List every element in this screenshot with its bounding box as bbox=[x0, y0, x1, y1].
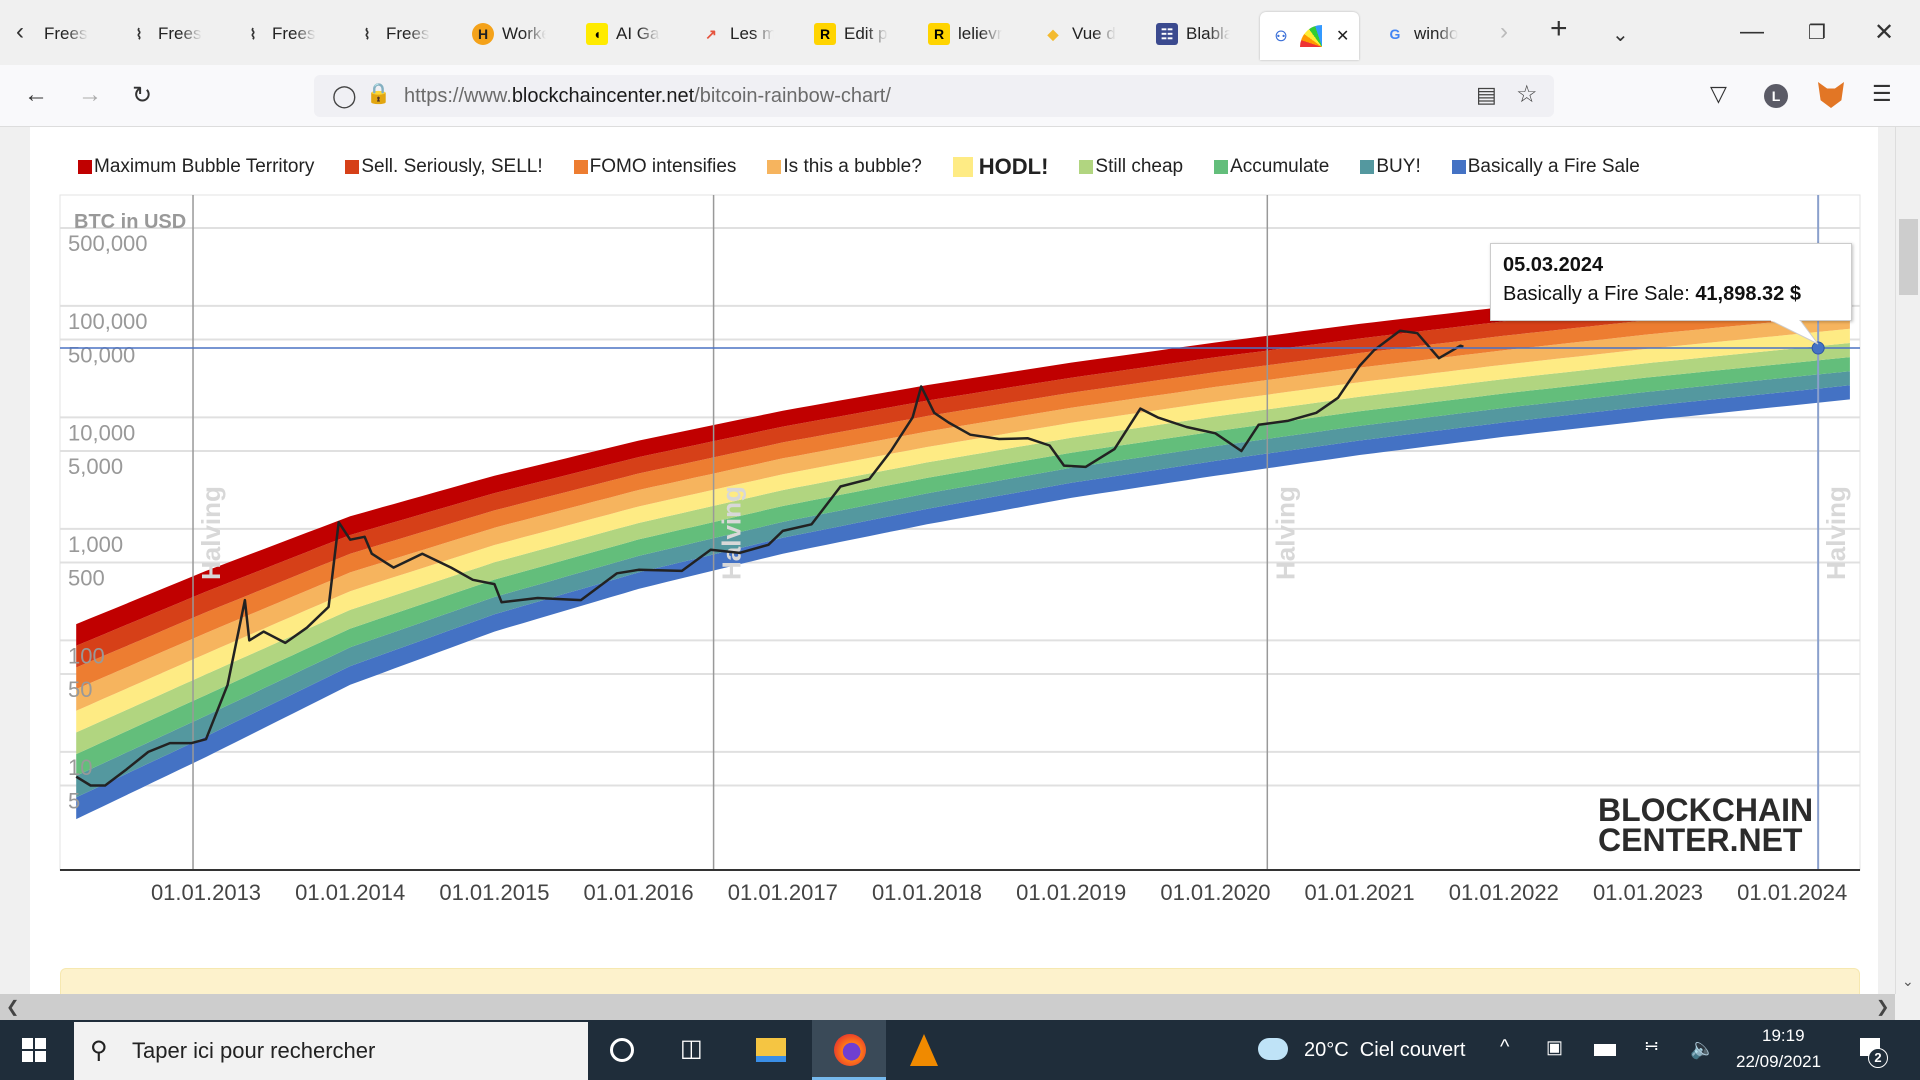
x-tick-label: 01.01.2022 bbox=[1449, 880, 1559, 905]
taskbar-search[interactable]: ⚲ Taper ici pour rechercher bbox=[74, 1022, 588, 1080]
y-tick-label: 5 bbox=[68, 789, 80, 814]
tooltip-pointer bbox=[1770, 320, 1819, 345]
file-explorer-icon[interactable] bbox=[756, 1038, 786, 1062]
y-tick-label: 500,000 bbox=[68, 231, 148, 256]
y-tick-label: 10 bbox=[68, 755, 92, 780]
notification-badge: 2 bbox=[1868, 1048, 1888, 1068]
volume-icon[interactable]: 🔈 bbox=[1690, 1036, 1715, 1061]
show-hidden-icons[interactable]: ^ bbox=[1500, 1036, 1509, 1059]
tooltip-date: 05.03.2024 bbox=[1503, 254, 1604, 276]
cortana-icon[interactable] bbox=[610, 1038, 634, 1062]
y-tick-label: 1,000 bbox=[68, 532, 123, 557]
firefox-taskbar-icon[interactable] bbox=[812, 1020, 886, 1080]
search-icon: ⚲ bbox=[90, 1037, 108, 1064]
halving-label: Halving bbox=[717, 486, 747, 580]
y-tick-label: 500 bbox=[68, 566, 105, 591]
tooltip-value: 41,898.32 $ bbox=[1695, 283, 1801, 305]
x-tick-label: 01.01.2024 bbox=[1737, 880, 1847, 905]
logo-line-1: BLOCKCHAIN bbox=[1598, 792, 1814, 828]
scroll-down-icon[interactable]: ⌄ bbox=[1902, 973, 1914, 990]
y-tick-label: 100 bbox=[68, 643, 105, 668]
search-placeholder: Taper ici pour rechercher bbox=[132, 1038, 376, 1063]
halving-label: Halving bbox=[196, 486, 226, 580]
vlc-icon[interactable] bbox=[910, 1034, 938, 1066]
x-tick-label: 01.01.2013 bbox=[151, 880, 261, 905]
y-tick-label: 5,000 bbox=[68, 454, 123, 479]
vertical-scroll-thumb[interactable] bbox=[1899, 219, 1918, 295]
weather-text[interactable]: 20°C Ciel couvert bbox=[1304, 1039, 1465, 1062]
x-tick-label: 01.01.2017 bbox=[728, 880, 838, 905]
taskbar: ⚲ Taper ici pour rechercher ◫ 20°C Ciel … bbox=[0, 1020, 1920, 1080]
scroll-right-icon[interactable]: ❯ bbox=[1876, 997, 1889, 1017]
info-banner bbox=[60, 968, 1860, 994]
x-tick-label: 01.01.2018 bbox=[872, 880, 982, 905]
task-view-icon[interactable]: ◫ bbox=[680, 1034, 703, 1063]
logo-line-2: CENTER.NET bbox=[1598, 822, 1803, 858]
windows-start-icon[interactable] bbox=[22, 1038, 46, 1062]
x-tick-label: 01.01.2020 bbox=[1160, 880, 1270, 905]
x-tick-label: 01.01.2015 bbox=[439, 880, 549, 905]
x-tick-label: 01.01.2016 bbox=[584, 880, 694, 905]
tooltip-band: Basically a Fire Sale bbox=[1503, 283, 1685, 305]
meet-now-icon[interactable]: ▣ bbox=[1546, 1037, 1563, 1058]
battery-icon[interactable] bbox=[1594, 1044, 1616, 1056]
x-tick-label: 01.01.2019 bbox=[1016, 880, 1126, 905]
halving-label: Halving bbox=[1821, 486, 1851, 580]
scroll-left-icon[interactable]: ❮ bbox=[6, 997, 19, 1017]
x-tick-label: 01.01.2021 bbox=[1305, 880, 1415, 905]
y-tick-label: 50,000 bbox=[68, 343, 135, 368]
weather-cloud-icon bbox=[1258, 1038, 1288, 1060]
x-tick-label: 01.01.2014 bbox=[295, 880, 405, 905]
y-tick-label: 100,000 bbox=[68, 309, 148, 334]
y-tick-label: 10,000 bbox=[68, 420, 135, 445]
wifi-icon[interactable]: ∺ bbox=[1644, 1036, 1659, 1057]
y-axis-title: BTC in USD bbox=[74, 211, 186, 233]
tooltip-value-line: Basically a Fire Sale: 41,898.32 $ bbox=[1503, 283, 1801, 305]
vertical-scrollbar[interactable]: ⌄ bbox=[1895, 127, 1920, 994]
horizontal-scrollbar[interactable]: ❮ ❯ bbox=[0, 994, 1895, 1020]
x-tick-label: 01.01.2023 bbox=[1593, 880, 1703, 905]
halving-label: Halving bbox=[1270, 486, 1300, 580]
clock-time[interactable]: 19:19 bbox=[1762, 1026, 1805, 1046]
blockchaincenter-logo: BLOCKCHAIN CENTER.NET bbox=[1598, 792, 1814, 858]
chart-tooltip: 05.03.2024 Basically a Fire Sale: 41,898… bbox=[1490, 243, 1852, 321]
clock-date[interactable]: 22/09/2021 bbox=[1736, 1052, 1821, 1072]
y-tick-label: 50 bbox=[68, 677, 92, 702]
